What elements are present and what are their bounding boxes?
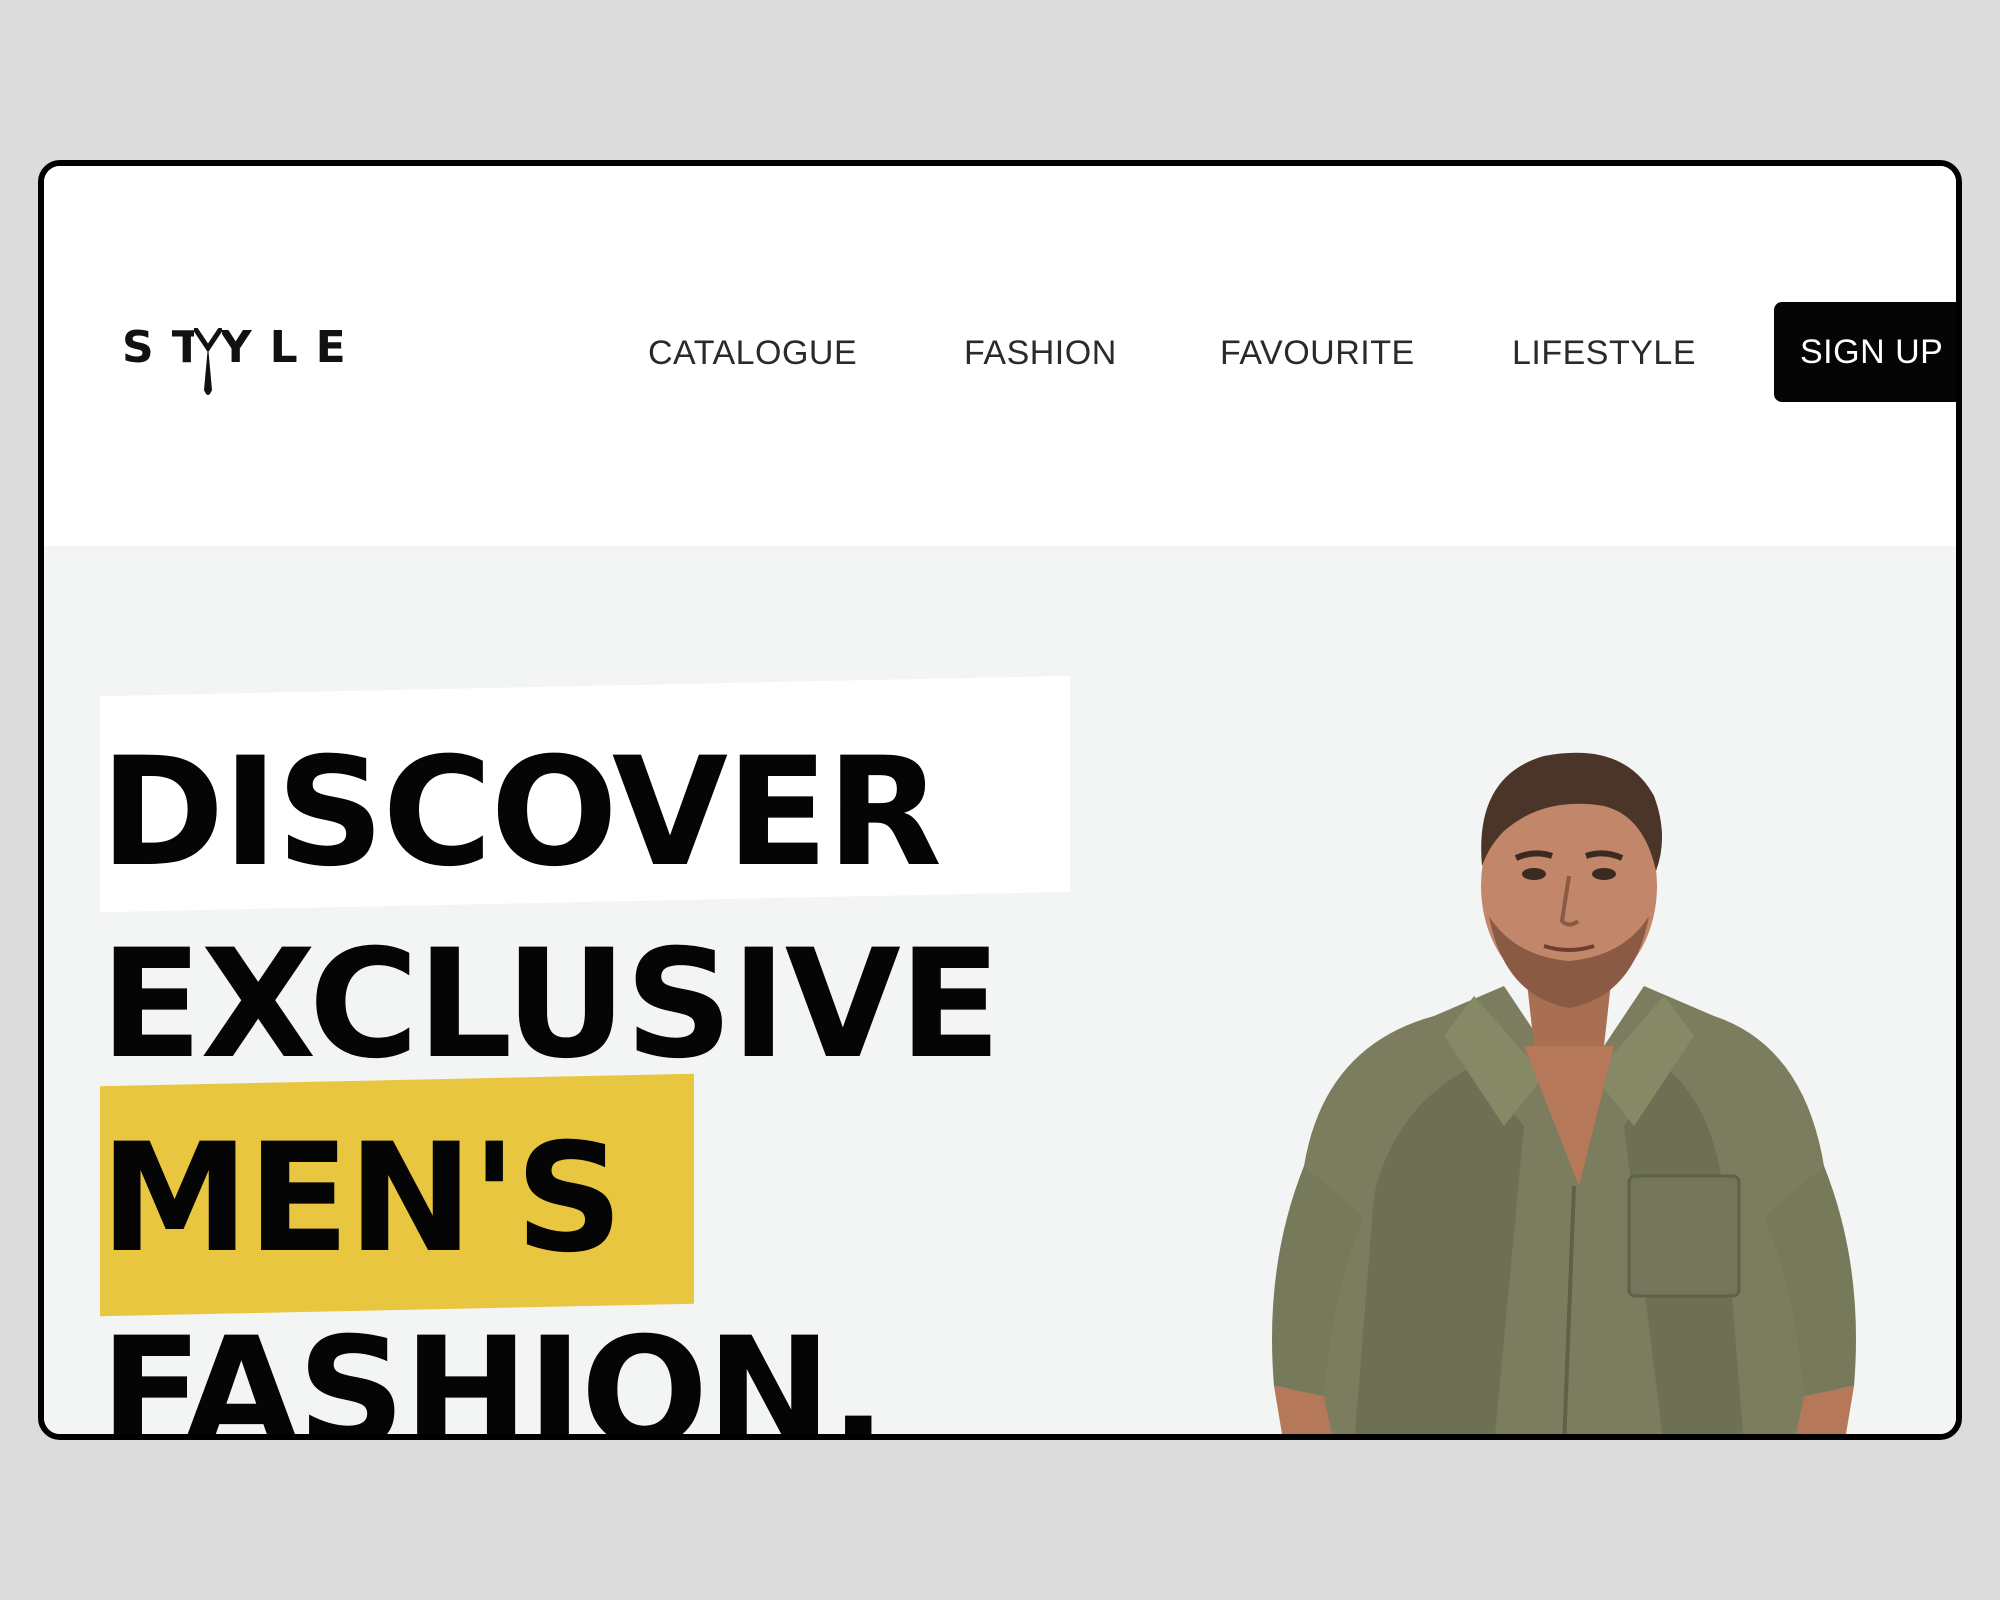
- main-nav: CATALOGUE FASHION FAVOURITE LIFESTYLE: [44, 166, 1956, 546]
- hero-model-image: [1272, 752, 1856, 1434]
- nav-item-catalogue[interactable]: CATALOGUE: [648, 334, 857, 373]
- signup-button[interactable]: SIGN UP: [1774, 302, 1956, 402]
- headline-line-2: EXCLUSIVE: [100, 918, 1001, 1092]
- site-header: STYLE CATALOGUE FASHION FAVOURITE LIFEST…: [44, 166, 1956, 546]
- browser-frame: STYLE CATALOGUE FASHION FAVOURITE LIFEST…: [38, 160, 1962, 1440]
- nav-item-lifestyle[interactable]: LIFESTYLE: [1512, 334, 1696, 373]
- headline-line-3: MEN'S: [100, 1112, 623, 1286]
- nav-item-favourite[interactable]: FAVOURITE: [1220, 334, 1415, 373]
- headline-line-4: FASHION.: [100, 1306, 887, 1440]
- headline-line-1: DISCOVER: [100, 726, 942, 900]
- hero-section: DISCOVER EXCLUSIVE MEN'S FASHION.: [44, 546, 1956, 1440]
- nav-item-fashion[interactable]: FASHION: [964, 334, 1117, 373]
